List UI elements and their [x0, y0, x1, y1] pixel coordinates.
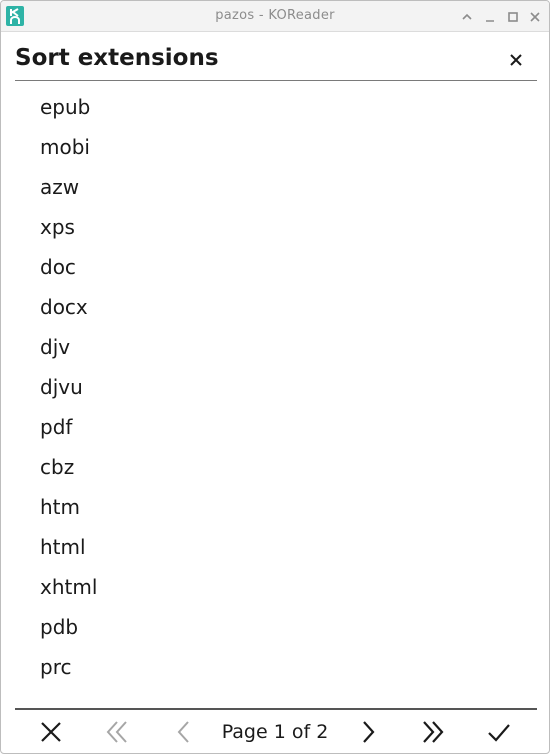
close-icon[interactable] — [508, 52, 524, 68]
pagination-footer: Page 1 of 2 — [1, 711, 549, 751]
list-item[interactable]: prc — [1, 647, 549, 687]
list-item[interactable]: htm — [1, 487, 549, 527]
list-item[interactable]: epub — [1, 87, 549, 127]
chevron-right-icon[interactable] — [355, 719, 381, 745]
list-item[interactable]: djv — [1, 327, 549, 367]
list-item[interactable]: azw — [1, 167, 549, 207]
window-titlebar[interactable]: pazos - KOReader — [1, 1, 549, 32]
cancel-icon[interactable] — [38, 719, 64, 745]
chevron-left-icon[interactable] — [171, 719, 197, 745]
double-chevron-left-icon[interactable] — [104, 719, 130, 745]
minimize-icon[interactable] — [483, 9, 497, 23]
list-item[interactable]: mobi — [1, 127, 549, 167]
list-item[interactable]: djvu — [1, 367, 549, 407]
footer-divider — [15, 708, 537, 710]
list-item[interactable]: docx — [1, 287, 549, 327]
list-item[interactable]: html — [1, 527, 549, 567]
list-item[interactable]: pdb — [1, 607, 549, 647]
list-item[interactable]: cbz — [1, 447, 549, 487]
list-item[interactable]: xps — [1, 207, 549, 247]
chevron-up-icon[interactable] — [460, 9, 474, 23]
double-chevron-right-icon[interactable] — [420, 719, 446, 745]
list-item[interactable]: pdf — [1, 407, 549, 447]
list-item[interactable]: xhtml — [1, 567, 549, 607]
dialog-title: Sort extensions — [15, 45, 219, 71]
checkmark-icon[interactable] — [486, 719, 512, 745]
title-divider — [15, 80, 537, 81]
koreader-window: pazos - KOReader Sort extensions epub mo… — [0, 0, 550, 754]
close-icon[interactable] — [528, 9, 542, 23]
maximize-icon[interactable] — [506, 9, 520, 23]
page-indicator[interactable]: Page 1 of 2 — [215, 719, 335, 745]
extension-list: epub mobi azw xps doc docx djv djvu pdf … — [1, 87, 549, 687]
list-item[interactable]: doc — [1, 247, 549, 287]
